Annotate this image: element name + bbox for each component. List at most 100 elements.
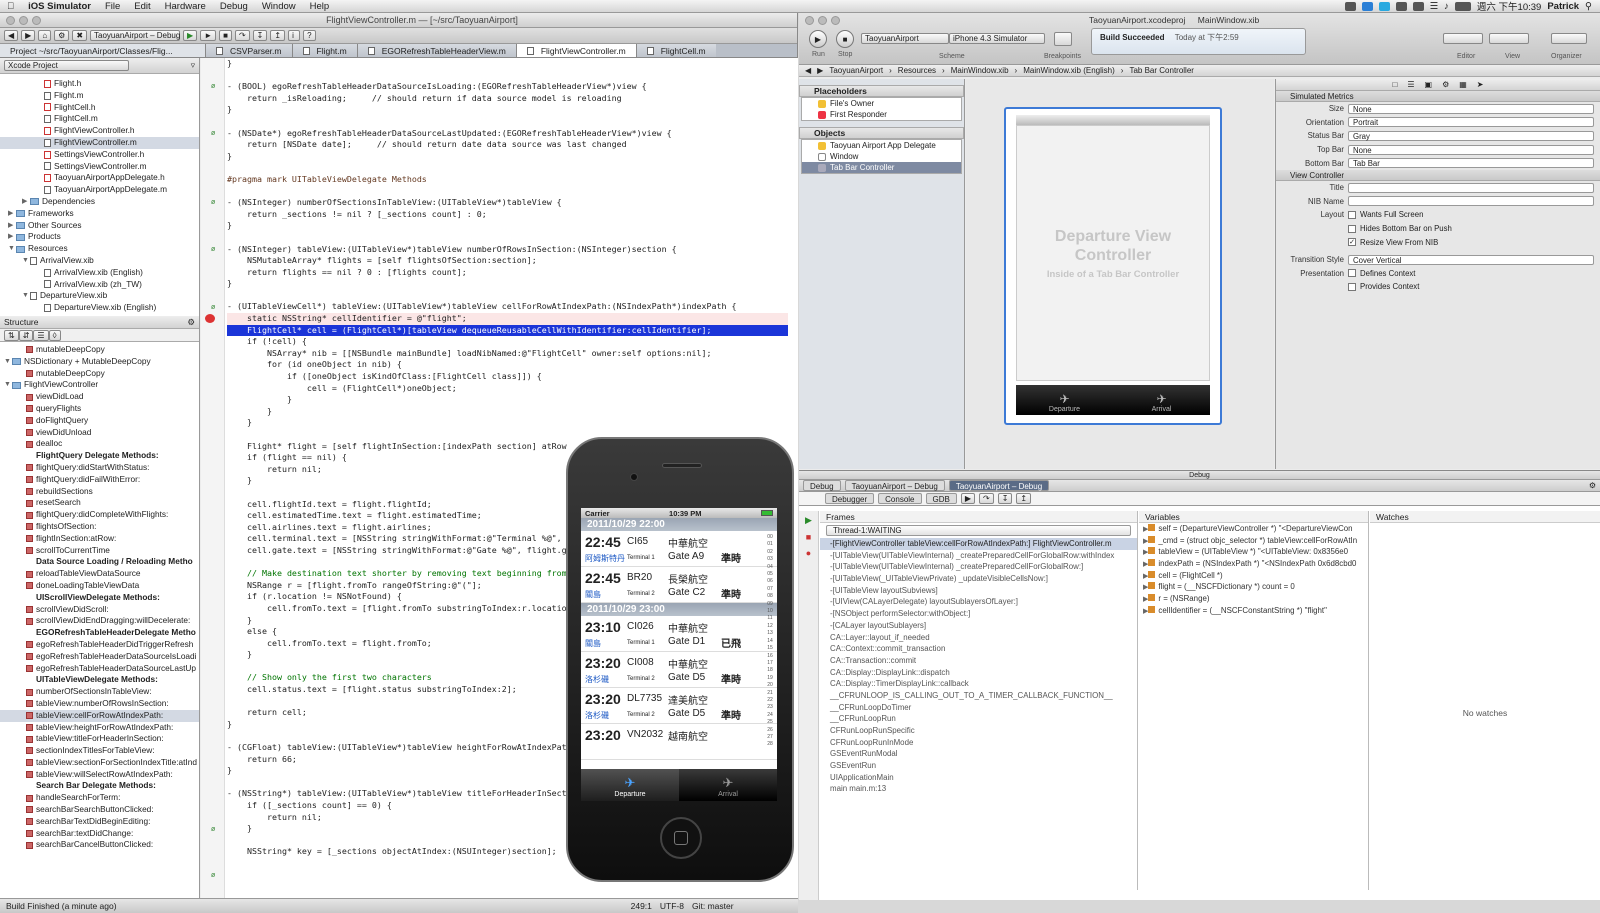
structure-item[interactable]: flightInSection:atRow: — [0, 533, 199, 545]
run-button[interactable]: ▶ — [809, 30, 827, 48]
interface-builder-canvas[interactable]: Departure View Controller Inside of a Ta… — [966, 79, 1274, 469]
index-entry[interactable]: 15 — [765, 645, 775, 652]
layout-checkbox[interactable] — [1348, 224, 1356, 233]
step-into-icon[interactable]: ↧ — [252, 30, 268, 41]
flight-cell[interactable]: 23:20 DL7735 達美航空 洛杉磯 Terminal 2 Gate D5 準時 — [581, 688, 777, 724]
stack-frame[interactable]: -[CALayer layoutSublayers] — [820, 620, 1137, 632]
home-button[interactable] — [660, 817, 702, 859]
menu-app[interactable]: iOS Simulator — [21, 1, 98, 12]
scheme-device-popup[interactable]: iPhone 4.3 Simulator — [949, 33, 1045, 44]
stack-frame[interactable]: CA::Transaction::commit — [820, 655, 1137, 667]
structure-item[interactable]: ▼ FlightViewController — [0, 379, 199, 391]
stack-frame[interactable]: -[UITableView layoutSubviews] — [820, 585, 1137, 597]
code-line[interactable]: if (!cell) { — [227, 336, 788, 348]
variable-row[interactable]: ▶ r = (NSRange) — [1139, 593, 1368, 605]
variable-row[interactable]: ▶ cell = (FlightCell *) — [1139, 570, 1368, 582]
code-line[interactable]: } — [227, 151, 788, 163]
structure-item[interactable]: Search Bar Delegate Methods: — [0, 780, 199, 792]
file-tree-item[interactable]: FlightCell.h — [0, 102, 199, 114]
tab-flight[interactable]: Flight.m — [291, 44, 357, 57]
code-line[interactable]: return _isReloading; // should return if… — [227, 93, 788, 105]
tab-flightcell[interactable]: FlightCell.m — [635, 44, 716, 57]
file-tree-item[interactable]: TaoyuanAirportAppDelegate.m — [0, 184, 199, 196]
structure-item[interactable]: rebuildSections — [0, 486, 199, 498]
method-fold-icon[interactable]: ø — [211, 83, 215, 90]
file-tree-item[interactable]: Flight.m — [0, 90, 199, 102]
stack-frame[interactable]: -[NSObject performSelector:withObject:] — [820, 608, 1137, 620]
file-tree-item[interactable]: FlightCell.m — [0, 113, 199, 125]
scm-branch[interactable]: Git: master — [692, 901, 792, 911]
structure-item[interactable]: mutableDeepCopy — [0, 344, 199, 356]
stack-frame[interactable]: CA::Layer::layout_if_needed — [820, 632, 1137, 644]
structure-item[interactable]: ▼ NSDictionary + MutableDeepCopy — [0, 356, 199, 368]
method-fold-icon[interactable]: ø — [211, 872, 215, 879]
file-tree-item[interactable]: ▶ Frameworks — [0, 208, 199, 220]
structure-item[interactable]: queryFlights — [0, 403, 199, 415]
structure-item[interactable]: sectionIndexTitlesForTableView: — [0, 745, 199, 757]
disclosure-triangle-icon[interactable]: ▶ — [22, 196, 30, 208]
layout-checkbox[interactable] — [1348, 210, 1356, 219]
index-entry[interactable]: 25 — [765, 719, 775, 726]
index-entry[interactable]: 13 — [765, 630, 775, 637]
menu-window[interactable]: Window — [255, 1, 303, 12]
index-entry[interactable]: 06 — [765, 578, 775, 585]
layout-checkbox[interactable]: ✓ — [1348, 238, 1356, 247]
file-tree-item[interactable]: Flight.h — [0, 78, 199, 90]
zoom-window-button[interactable] — [831, 16, 840, 25]
index-entry[interactable]: 26 — [765, 727, 775, 734]
outline-first-responder[interactable]: First Responder — [802, 109, 961, 120]
index-entry[interactable]: 14 — [765, 638, 775, 645]
structure-item[interactable]: dealloc — [0, 438, 199, 450]
index-entry[interactable]: 04 — [765, 564, 775, 571]
structure-item[interactable]: reloadTableViewDataSource — [0, 568, 199, 580]
structure-item[interactable]: numberOfSectionsInTableView: — [0, 686, 199, 698]
variable-row[interactable]: ▶ self = (DepartureViewController *) "<De… — [1139, 523, 1368, 535]
file-tree-item[interactable]: SettingsViewController.h — [0, 149, 199, 161]
outline-tab-bar-controller[interactable]: Tab Bar Controller — [802, 162, 961, 173]
code-line[interactable]: return _sections != nil ? [_sections cou… — [227, 209, 788, 221]
outline-files-owner[interactable]: File's Owner — [802, 98, 961, 109]
disclosure-triangle-icon[interactable]: ▶ — [8, 231, 16, 243]
method-fold-icon[interactable]: ø — [211, 246, 215, 253]
stack-frame[interactable]: -[UITableView(_UITableViewPrivate) _upda… — [820, 573, 1137, 585]
step-out-debug-icon[interactable]: ↥ — [1016, 493, 1032, 504]
debug-tab-session-2[interactable]: TaoyuanAirport – Debug — [948, 480, 1050, 491]
structure-item[interactable]: viewDidUnload — [0, 427, 199, 439]
code-line[interactable]: - (UITableViewCell*) tableView:(UITableV… — [227, 301, 788, 313]
code-line[interactable]: if ([oneObject isKindOfClass:[FlightCell… — [227, 371, 788, 383]
transition-popup[interactable]: Cover Vertical — [1348, 254, 1594, 265]
index-entry[interactable]: 11 — [765, 615, 775, 622]
info-icon[interactable]: i — [288, 30, 301, 41]
gear-icon[interactable]: ⚙ — [187, 317, 195, 328]
twitter-icon[interactable] — [1378, 1, 1390, 11]
structure-item[interactable]: mutableDeepCopy — [0, 368, 199, 380]
stack-frame[interactable]: -[UIView(CALayerDelegate) layoutSublayer… — [820, 596, 1137, 608]
structure-item[interactable]: flightQuery:didFailWithError: — [0, 474, 199, 486]
index-entry[interactable]: 21 — [765, 690, 775, 697]
apple-icon[interactable]:  — [0, 1, 21, 12]
file-tree-item[interactable]: ▶ Products — [0, 231, 199, 243]
code-line[interactable]: } — [227, 417, 788, 429]
help-icon[interactable]: ? — [303, 30, 316, 41]
jump-localized[interactable]: MainWindow.xib (English) — [1023, 66, 1115, 75]
index-entry[interactable]: 12 — [765, 623, 775, 630]
file-tree-item[interactable]: ▶ Dependencies — [0, 196, 199, 208]
disclosure-triangle-icon[interactable]: ▼ — [22, 290, 30, 302]
flight-cell[interactable]: 23:10 CI026 中華航空 關島 Terminal 1 Gate D1 已飛 — [581, 616, 777, 652]
code-line[interactable] — [227, 116, 788, 128]
file-tree-item[interactable]: SettingsViewController.m — [0, 161, 199, 173]
disclosure-triangle-icon[interactable]: ▶ — [8, 220, 16, 232]
stack-frame[interactable]: -[FlightViewController tableView:cellFor… — [820, 538, 1137, 550]
stack-frame[interactable]: main main.m:13 — [820, 783, 1137, 795]
stack-frame[interactable]: CFRunLoopRunInMode — [820, 737, 1137, 749]
debug-record-icon[interactable]: ● — [799, 548, 818, 558]
code-line[interactable] — [227, 162, 788, 174]
variable-row[interactable]: ▶ tableView = (UITableView *) "<UITableVi… — [1139, 546, 1368, 558]
file-tree-item[interactable]: DepartureView.xib (English) — [0, 302, 199, 314]
breakpoint-marker-icon[interactable] — [205, 314, 215, 324]
code-line[interactable]: } — [227, 220, 788, 232]
debug-tab-debug[interactable]: Debug — [803, 480, 841, 491]
method-fold-icon[interactable]: ø — [211, 304, 215, 311]
breakpoints-icon[interactable]: ■ — [219, 30, 232, 41]
organizer-button[interactable] — [1551, 33, 1587, 44]
